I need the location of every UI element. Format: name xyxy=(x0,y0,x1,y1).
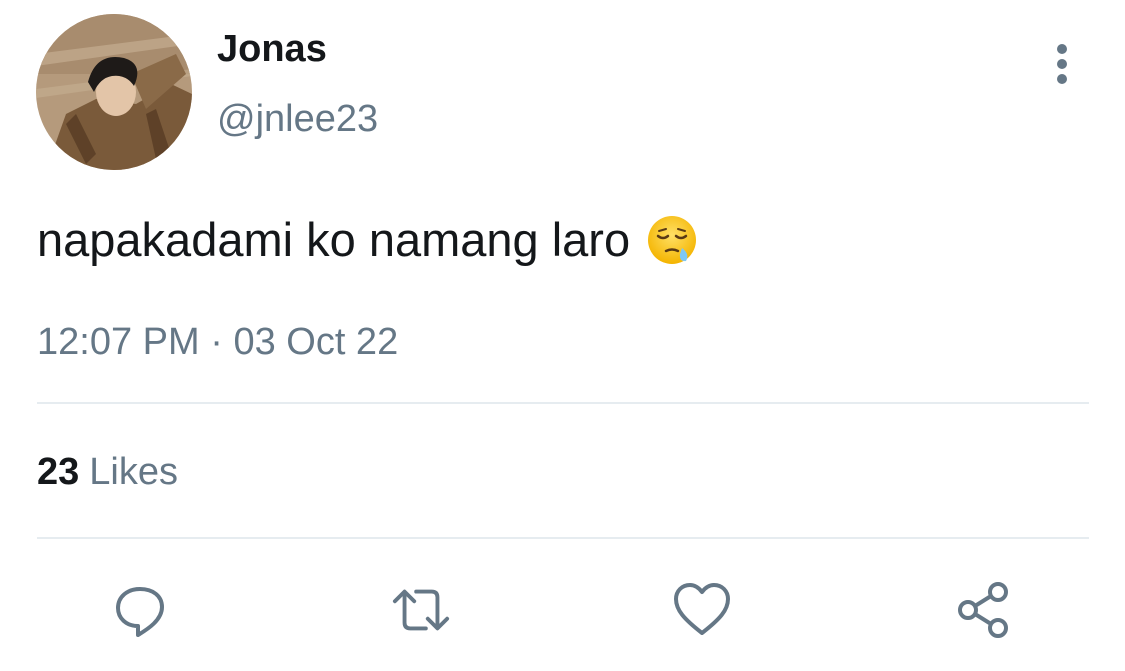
meta-separator: · xyxy=(210,321,223,363)
more-dot-icon xyxy=(1057,44,1067,54)
tweet-timestamp[interactable]: 12:07 PM · 03 Oct 22 xyxy=(37,318,398,366)
display-name[interactable]: Jonas xyxy=(217,26,327,72)
likes-stat[interactable]: 23 Likes xyxy=(37,449,178,495)
sleepy-face-emoji-icon xyxy=(646,214,698,266)
reply-icon xyxy=(116,587,164,637)
likes-label: Likes xyxy=(89,451,178,493)
tweet-body: napakadami ko namang laro xyxy=(37,210,698,270)
more-dot-icon xyxy=(1057,74,1067,84)
more-dot-icon xyxy=(1057,59,1067,69)
divider xyxy=(37,402,1089,404)
avatar[interactable] xyxy=(36,14,192,170)
tweet-time: 12:07 PM xyxy=(37,321,200,363)
likes-count: 23 xyxy=(37,451,80,493)
retweet-icon xyxy=(392,589,450,631)
avatar-photo xyxy=(36,14,192,170)
more-options-button[interactable] xyxy=(1044,40,1080,88)
tweet-text: napakadami ko namang laro xyxy=(37,213,631,266)
user-handle[interactable]: @jnlee23 xyxy=(217,96,378,142)
share-icon xyxy=(958,582,1008,638)
retweet-button[interactable] xyxy=(391,580,451,640)
reply-button[interactable] xyxy=(110,580,170,640)
like-heart-icon xyxy=(674,583,730,635)
divider xyxy=(37,537,1089,539)
tweet-date: 03 Oct 22 xyxy=(233,321,399,363)
share-button[interactable] xyxy=(954,580,1014,640)
like-button[interactable] xyxy=(672,580,732,640)
